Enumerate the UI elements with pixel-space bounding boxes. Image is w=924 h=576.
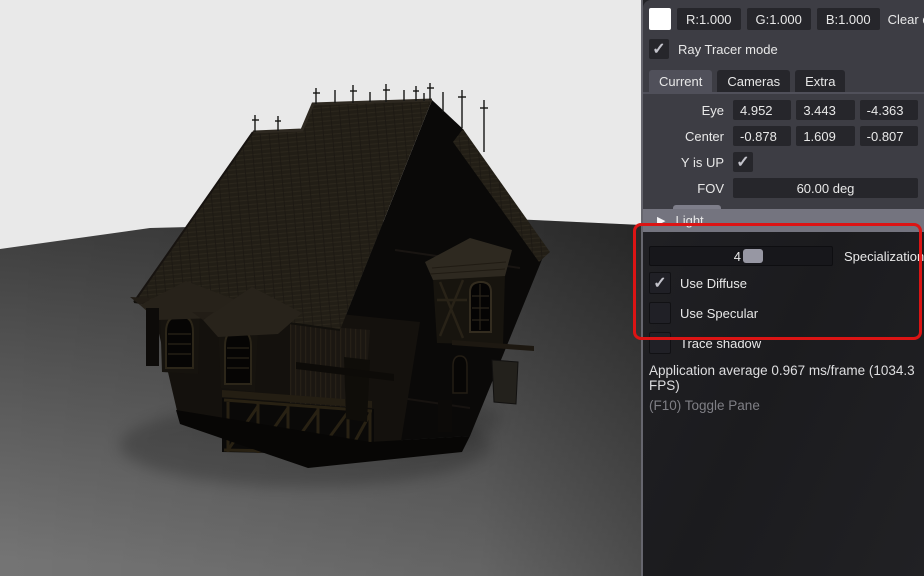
use-specular-label: Use Specular [680,306,758,321]
use-diffuse-row: ✓ Use Diffuse [649,270,918,296]
use-specular-checkbox[interactable] [649,302,671,324]
specialization-slider[interactable]: 4 [649,246,833,266]
color-swatch[interactable] [649,8,671,30]
center-y-field[interactable]: 1.609 [796,126,854,146]
trace-shadow-checkbox[interactable] [649,332,671,354]
settings-pane: R:1.000 G:1.000 B:1.000 Clear color ✓ Ra… [643,0,924,232]
clear-color-label: Clear color [888,12,924,27]
tab-cameras[interactable]: Cameras [717,70,790,92]
eye-x-field[interactable]: 4.952 [733,100,791,120]
use-specular-row: Use Specular [649,300,918,326]
green-value-button[interactable]: G:1.000 [747,8,811,30]
slider-value: 4 [650,247,825,265]
checkmark-icon: ✓ [736,152,749,172]
ray-tracer-row: ✓ Ray Tracer mode [649,39,918,59]
fov-field[interactable]: 60.00 deg [733,178,918,198]
application-window: R:1.000 G:1.000 B:1.000 Clear color ✓ Ra… [0,0,924,576]
fov-row: FOV 60.00 deg [649,178,918,198]
fps-stats-text: Application average 0.967 ms/frame (1034… [649,363,918,393]
tab-underline [643,92,924,94]
use-diffuse-label: Use Diffuse [680,276,747,291]
eye-row: Eye 4.952 3.443 -4.363 [649,100,918,120]
trace-shadow-label: Trace shadow [680,336,761,351]
center-z-field[interactable]: -0.807 [860,126,918,146]
toggle-pane-hint: (F10) Toggle Pane [649,398,918,413]
light-header-label: Light [675,213,703,228]
viewport-3d[interactable] [0,0,641,576]
eye-label: Eye [649,103,733,118]
light-settings-section: 4 Specialization ✓ Use Diffuse Use Specu… [643,232,924,413]
eye-y-field[interactable]: 3.443 [796,100,854,120]
scene-render [0,0,641,576]
blue-value-button[interactable]: B:1.000 [817,8,880,30]
checkmark-icon: ✓ [653,273,666,293]
slider-grab-handle[interactable] [743,249,763,263]
tab-current[interactable]: Current [649,70,712,92]
clear-color-row: R:1.000 G:1.000 B:1.000 Clear color [649,8,918,30]
y-up-row: Y is UP ✓ [649,152,918,172]
ray-tracer-checkbox[interactable]: ✓ [649,39,669,59]
center-x-field[interactable]: -0.878 [733,126,791,146]
trace-shadow-row: Trace shadow [649,330,918,356]
y-up-label: Y is UP [649,155,733,170]
specialization-row: 4 Specialization [649,246,918,266]
center-label: Center [649,129,733,144]
light-header[interactable]: ▶ Light [643,209,924,232]
fov-label: FOV [649,181,733,196]
red-value-button[interactable]: R:1.000 [677,8,741,30]
camera-tabs: Current Cameras Extra [649,70,918,92]
use-diffuse-checkbox[interactable]: ✓ [649,272,671,294]
ray-tracer-label: Ray Tracer mode [678,42,778,57]
triangle-right-icon: ▶ [657,214,665,227]
specialization-label: Specialization [844,249,924,264]
checkmark-icon: ✓ [652,39,665,59]
left-wing-window [146,308,159,366]
eye-z-field[interactable]: -4.363 [860,100,918,120]
center-row: Center -0.878 1.609 -0.807 [649,126,918,146]
tab-extra[interactable]: Extra [795,70,845,92]
y-up-checkbox[interactable]: ✓ [733,152,753,172]
settings-sidebar: R:1.000 G:1.000 B:1.000 Clear color ✓ Ra… [641,0,924,576]
